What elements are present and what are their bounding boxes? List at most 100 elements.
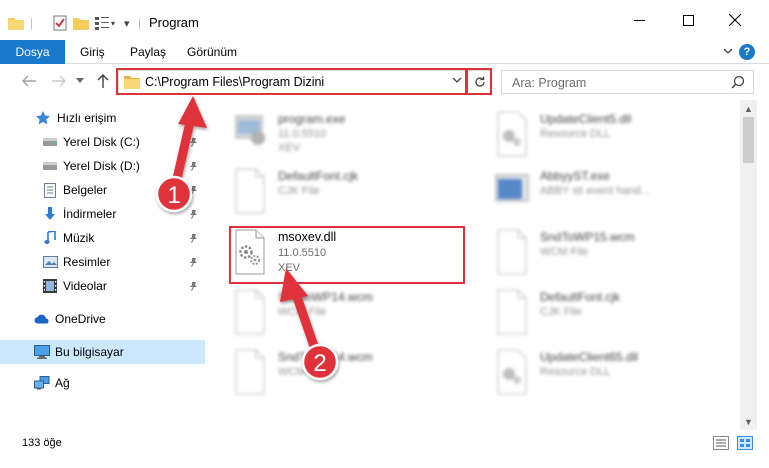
document-icon [230,348,270,396]
pictures-icon [42,254,58,270]
sidebar-item-local-disk-d[interactable]: Yerel Disk (D:) [0,155,205,177]
file-description: XEV [278,142,301,154]
sidebar-item-label: Resimler [63,255,111,269]
arrow-right-icon [52,75,66,87]
videos-icon [42,278,58,294]
expand-ribbon-icon[interactable] [723,45,733,59]
file-name: DefaultFont.cjk [540,290,621,304]
sidebar-item-onedrive[interactable]: OneDrive [0,308,205,330]
scroll-up-icon[interactable]: ▲ [740,100,757,117]
pin-icon[interactable] [189,232,199,246]
document-icon [230,288,270,336]
file-description: Resource DLL [540,128,611,140]
pin-icon[interactable] [189,184,199,198]
chevron-down-icon[interactable]: ▾ [111,12,115,34]
tab-view[interactable]: Görünüm [187,40,237,64]
new-folder-icon[interactable] [73,12,89,34]
status-bar: 133 öğe [0,430,769,468]
sidebar-item-label: İndirmeler [63,207,117,221]
folder-icon [8,12,24,34]
file-item[interactable]: AbbyyST.exe ABBY sti event hand... [476,163,726,219]
scroll-down-icon[interactable]: ▼ [740,413,757,430]
sidebar-item-label: Ağ [55,376,70,390]
forward-button[interactable] [50,72,68,90]
sidebar-item-documents[interactable]: Belgeler [0,179,205,201]
sidebar-item-label: Müzik [63,231,95,245]
download-icon [42,206,58,222]
view-icon[interactable] [95,12,109,34]
sidebar-item-label: Videolar [63,279,107,293]
file-item[interactable]: UpdateClient5.dll Resource DLL [476,106,726,162]
sidebar-item-pictures[interactable]: Resimler [0,251,205,273]
pin-icon[interactable] [189,256,199,270]
pin-icon[interactable] [189,136,199,150]
details-view-icon[interactable] [713,436,729,450]
file-name: SndToWP14.wcm [278,290,373,304]
up-button[interactable] [94,72,112,90]
file-name: AbbyyST.exe [540,169,611,183]
large-icons-view-icon[interactable] [737,436,753,450]
sidebar-item-label: Belgeler [63,183,108,197]
file-item[interactable]: program.exe 11.0.5510 XEV [214,106,464,162]
pin-icon[interactable] [189,208,199,222]
exe-icon [492,167,532,215]
file-item[interactable]: SndToWP14.wcm WCM File [214,344,464,400]
vertical-scrollbar[interactable]: ▲ ▼ [740,100,757,430]
item-count: 133 öğe [22,437,62,449]
maximize-button[interactable] [666,0,710,40]
file-description: Resource DLL [540,366,611,378]
sidebar-item-network[interactable]: Ağ [0,372,205,394]
sidebar-item-music[interactable]: Müzik [0,227,205,249]
file-highlight [229,226,465,284]
sidebar-item-downloads[interactable]: İndirmeler [0,203,205,225]
arrow-up-icon [97,74,109,88]
tab-home[interactable]: Giriş [80,40,105,64]
sidebar-item-label: Yerel Disk (C:) [63,135,140,149]
tab-file[interactable]: Dosya [0,40,65,64]
sidebar-item-label: Bu bilgisayar [55,345,124,359]
refresh-highlight [466,68,492,95]
sidebar-item-local-disk-c[interactable]: Yerel Disk (C:) [0,131,205,153]
window-title: Program [149,15,199,30]
pin-icon[interactable] [189,160,199,174]
file-item[interactable]: UpdateClient65.dll Resource DLL [476,344,726,400]
sidebar-item-label: Yerel Disk (D:) [63,159,140,173]
cloud-icon [34,311,50,327]
help-button[interactable]: ? [739,44,755,60]
recent-locations-button[interactable] [74,72,86,90]
title-bar: | ▾ ▾ | Program [0,0,769,40]
tab-share[interactable]: Paylaş [130,40,166,64]
file-description: WCM File [540,246,589,258]
chevron-down-icon [76,78,84,83]
file-name: program.exe [278,112,346,126]
separator: | [138,16,142,30]
file-name: SndToWP14.wcm [278,350,373,364]
file-item[interactable]: DefaultFont.cjk CJK File [214,163,464,219]
scrollbar-thumb[interactable] [743,117,754,163]
drive-icon [42,134,58,150]
file-item[interactable]: SndToWP14.wcm WCM File [214,284,464,340]
arrow-left-icon [22,75,36,87]
sidebar-item-videos[interactable]: Videolar [0,275,205,297]
close-button[interactable] [713,0,757,40]
back-button[interactable] [20,72,38,90]
search-input[interactable]: Ara: Program [501,70,754,94]
search-icon[interactable] [731,75,745,92]
file-name: SndToWP15.wcm [540,230,635,244]
minimize-button[interactable] [617,0,661,40]
sidebar-item-this-pc[interactable]: Bu bilgisayar [0,340,205,364]
ribbon-tabs: Dosya Giriş Paylaş Görünüm ? [0,40,769,64]
sidebar-item-quick-access[interactable]: Hızlı erişim [0,107,205,129]
file-item[interactable]: SndToWP15.wcm WCM File [476,224,726,280]
properties-icon[interactable] [52,12,68,34]
navigation-bar: C:\Program Files\Program Dizini Ara: Pro… [0,64,769,100]
document-icon [230,167,270,215]
minimize-icon [633,19,645,21]
pin-icon[interactable] [189,280,199,294]
customize-toolbar-icon[interactable]: ▾ [124,12,130,34]
file-item[interactable]: DefaultFont.cjk CJK File [476,284,726,340]
drive-icon [42,158,58,174]
dll-icon [492,110,532,158]
music-icon [42,230,58,246]
file-description: ABBY sti event hand... [540,185,650,197]
